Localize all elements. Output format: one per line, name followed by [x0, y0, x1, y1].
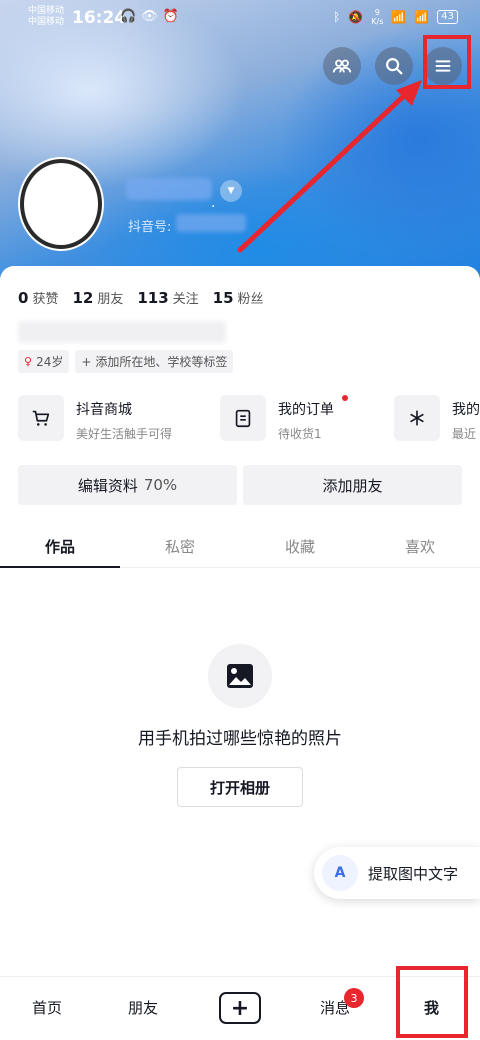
tab-works[interactable]: 作品 [0, 532, 120, 568]
tags-row: ♀ 24岁 + 添加所在地、学校等标签 [18, 350, 234, 373]
add-tag-button[interactable]: + 添加所在地、学校等标签 [75, 350, 234, 373]
empty-state-text: 用手机拍过哪些惊艳的照片 [138, 729, 342, 749]
stats-row: 0 获赞 12 朋友 113 关注 15 粉丝 [18, 288, 264, 307]
plus-icon: + [81, 354, 92, 369]
nickname-dot: . [211, 195, 216, 211]
profile-page: 中国移动 中国移动 16:24 🎧👁⏰ ᛒ 🔕 9 K/s 📶 📶 43 . ▼… [0, 0, 480, 1040]
age-text: 24岁 [36, 355, 64, 369]
service-title: 我的订单 [278, 402, 334, 418]
stat-value: 15 [212, 289, 234, 307]
service-subtitle: 最近 [452, 427, 477, 441]
service-subtitle: 美好生活触手可得 [76, 427, 173, 441]
order-red-dot [342, 395, 348, 401]
service-title: 抖音商城 [76, 402, 132, 418]
nav-home[interactable]: 首页 [32, 997, 62, 1018]
stat-label: 朋友 [97, 292, 124, 307]
stat-value: 12 [72, 289, 94, 307]
add-tag-text: 添加所在地、学校等标签 [95, 355, 228, 369]
tab-favorites[interactable]: 收藏 [240, 532, 360, 567]
tab-private[interactable]: 私密 [120, 532, 240, 567]
image-icon [208, 644, 272, 708]
chevron-down-icon: ▼ [227, 186, 235, 196]
profile-card: 0 获赞 12 朋友 113 关注 15 粉丝 ♀ 24岁 + 添加所在地、学校等标签 [0, 266, 480, 976]
create-button[interactable]: + [219, 992, 261, 1024]
avatar[interactable] [20, 159, 102, 249]
annotation-arrow [237, 80, 422, 253]
add-friend-label: 添加朋友 [322, 476, 383, 495]
content-tabs: 作品 私密 收藏 喜欢 [0, 532, 480, 568]
profile-completion: 70% [143, 476, 178, 494]
stat-following[interactable]: 113 关注 [137, 288, 198, 307]
stat-value: 113 [137, 289, 169, 307]
add-friend-button[interactable]: 添加朋友 [243, 465, 462, 505]
me-highlight-box [396, 966, 468, 1038]
extract-text-label: 提取图中文字 [368, 864, 459, 883]
service-orders[interactable]: 我的订单 待收货1 [220, 395, 348, 442]
sparkle-icon [394, 395, 440, 441]
tab-likes[interactable]: 喜欢 [360, 532, 480, 567]
edit-profile-label: 编辑资料 [77, 476, 138, 495]
service-more[interactable]: 我的 最近 [394, 395, 480, 442]
nickname-redacted[interactable] [126, 178, 212, 200]
stat-friends[interactable]: 12 朋友 [72, 288, 123, 307]
text-recognition-icon: A [322, 855, 358, 891]
gender-female-icon: ♀ [24, 355, 33, 368]
account-switch-button[interactable]: ▼ [220, 180, 242, 202]
open-album-button[interactable]: 打开相册 [177, 767, 303, 807]
stat-followers[interactable]: 15 粉丝 [213, 288, 264, 307]
douyin-id-redacted [176, 214, 246, 232]
age-tag[interactable]: ♀ 24岁 [18, 350, 70, 373]
order-list-icon [220, 395, 266, 441]
plus-icon: + [230, 995, 250, 1021]
douyin-id-label: 抖音号: [128, 220, 172, 235]
profile-actions: 编辑资料 70% 添加朋友 [18, 465, 462, 505]
nav-friends[interactable]: 朋友 [128, 997, 158, 1018]
stat-value: 0 [18, 289, 29, 307]
messages-badge: 3 [344, 988, 364, 1008]
edit-profile-button[interactable]: 编辑资料 70% [18, 465, 237, 505]
extract-text-button[interactable]: A 提取图中文字 [314, 847, 480, 899]
service-mall[interactable]: 抖音商城 美好生活触手可得 [18, 395, 172, 442]
service-subtitle: 待收货1 [278, 427, 322, 441]
services-row: 抖音商城 美好生活触手可得 我的订单 待收货1 我的 最近 [18, 395, 480, 447]
stat-label: 获赞 [32, 292, 59, 307]
signature-redacted[interactable] [18, 321, 226, 343]
stat-label: 粉丝 [237, 292, 264, 307]
stat-label: 关注 [172, 292, 199, 307]
cart-icon [18, 395, 64, 441]
service-title: 我的 [452, 402, 480, 418]
stat-likes[interactable]: 0 获赞 [18, 288, 58, 307]
